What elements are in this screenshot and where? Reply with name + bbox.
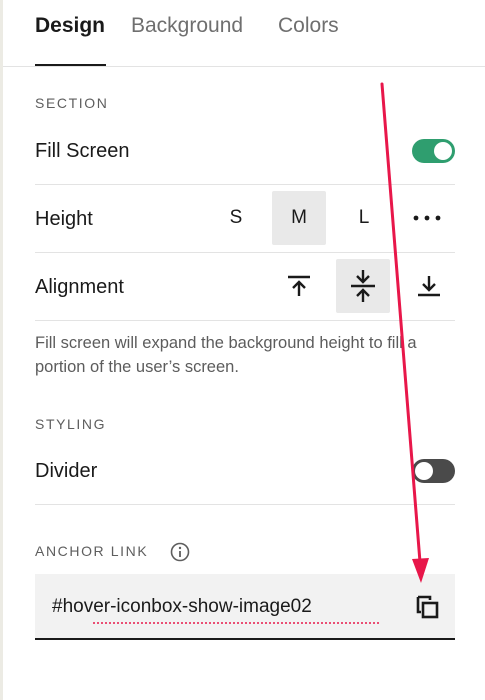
divider-toggle[interactable] bbox=[412, 459, 455, 483]
spellcheck-underline bbox=[93, 622, 381, 624]
more-horizontal-icon[interactable] bbox=[400, 191, 454, 245]
align-top-icon[interactable] bbox=[272, 259, 326, 313]
styling-heading: STYLING bbox=[35, 416, 107, 432]
row-divider bbox=[35, 184, 455, 185]
fill-screen-description: Fill screen will expand the background h… bbox=[35, 334, 417, 376]
row-divider bbox=[35, 252, 455, 253]
tab-background[interactable]: Background bbox=[131, 14, 243, 38]
toggle-knob bbox=[434, 142, 452, 160]
alignment-label: Alignment bbox=[35, 276, 124, 298]
section-heading: SECTION bbox=[35, 95, 109, 111]
height-option-s[interactable]: S bbox=[210, 191, 262, 245]
info-icon[interactable] bbox=[170, 542, 190, 562]
copy-icon[interactable] bbox=[413, 593, 441, 621]
panel-left-edge bbox=[0, 0, 3, 700]
align-center-icon[interactable] bbox=[336, 259, 390, 313]
row-divider bbox=[35, 320, 455, 321]
divider-label: Divider bbox=[35, 460, 98, 482]
height-option-l[interactable]: L bbox=[338, 191, 390, 245]
row-divider bbox=[35, 504, 455, 505]
tab-colors[interactable]: Colors bbox=[278, 14, 339, 38]
anchor-link-value[interactable]: #hover-iconbox-show-image02 bbox=[52, 596, 312, 618]
fill-screen-toggle[interactable] bbox=[412, 139, 455, 163]
tab-design[interactable]: Design bbox=[35, 14, 105, 38]
fill-screen-label: Fill Screen bbox=[35, 140, 130, 162]
anchor-link-heading: ANCHOR LINK bbox=[35, 543, 149, 559]
tab-bar-border bbox=[3, 66, 485, 67]
height-label: Height bbox=[35, 208, 93, 230]
align-bottom-icon[interactable] bbox=[402, 259, 456, 313]
toggle-knob bbox=[415, 462, 433, 480]
anchor-link-field[interactable]: #hover-iconbox-show-image02 bbox=[35, 574, 455, 640]
height-option-m[interactable]: M bbox=[272, 191, 326, 245]
